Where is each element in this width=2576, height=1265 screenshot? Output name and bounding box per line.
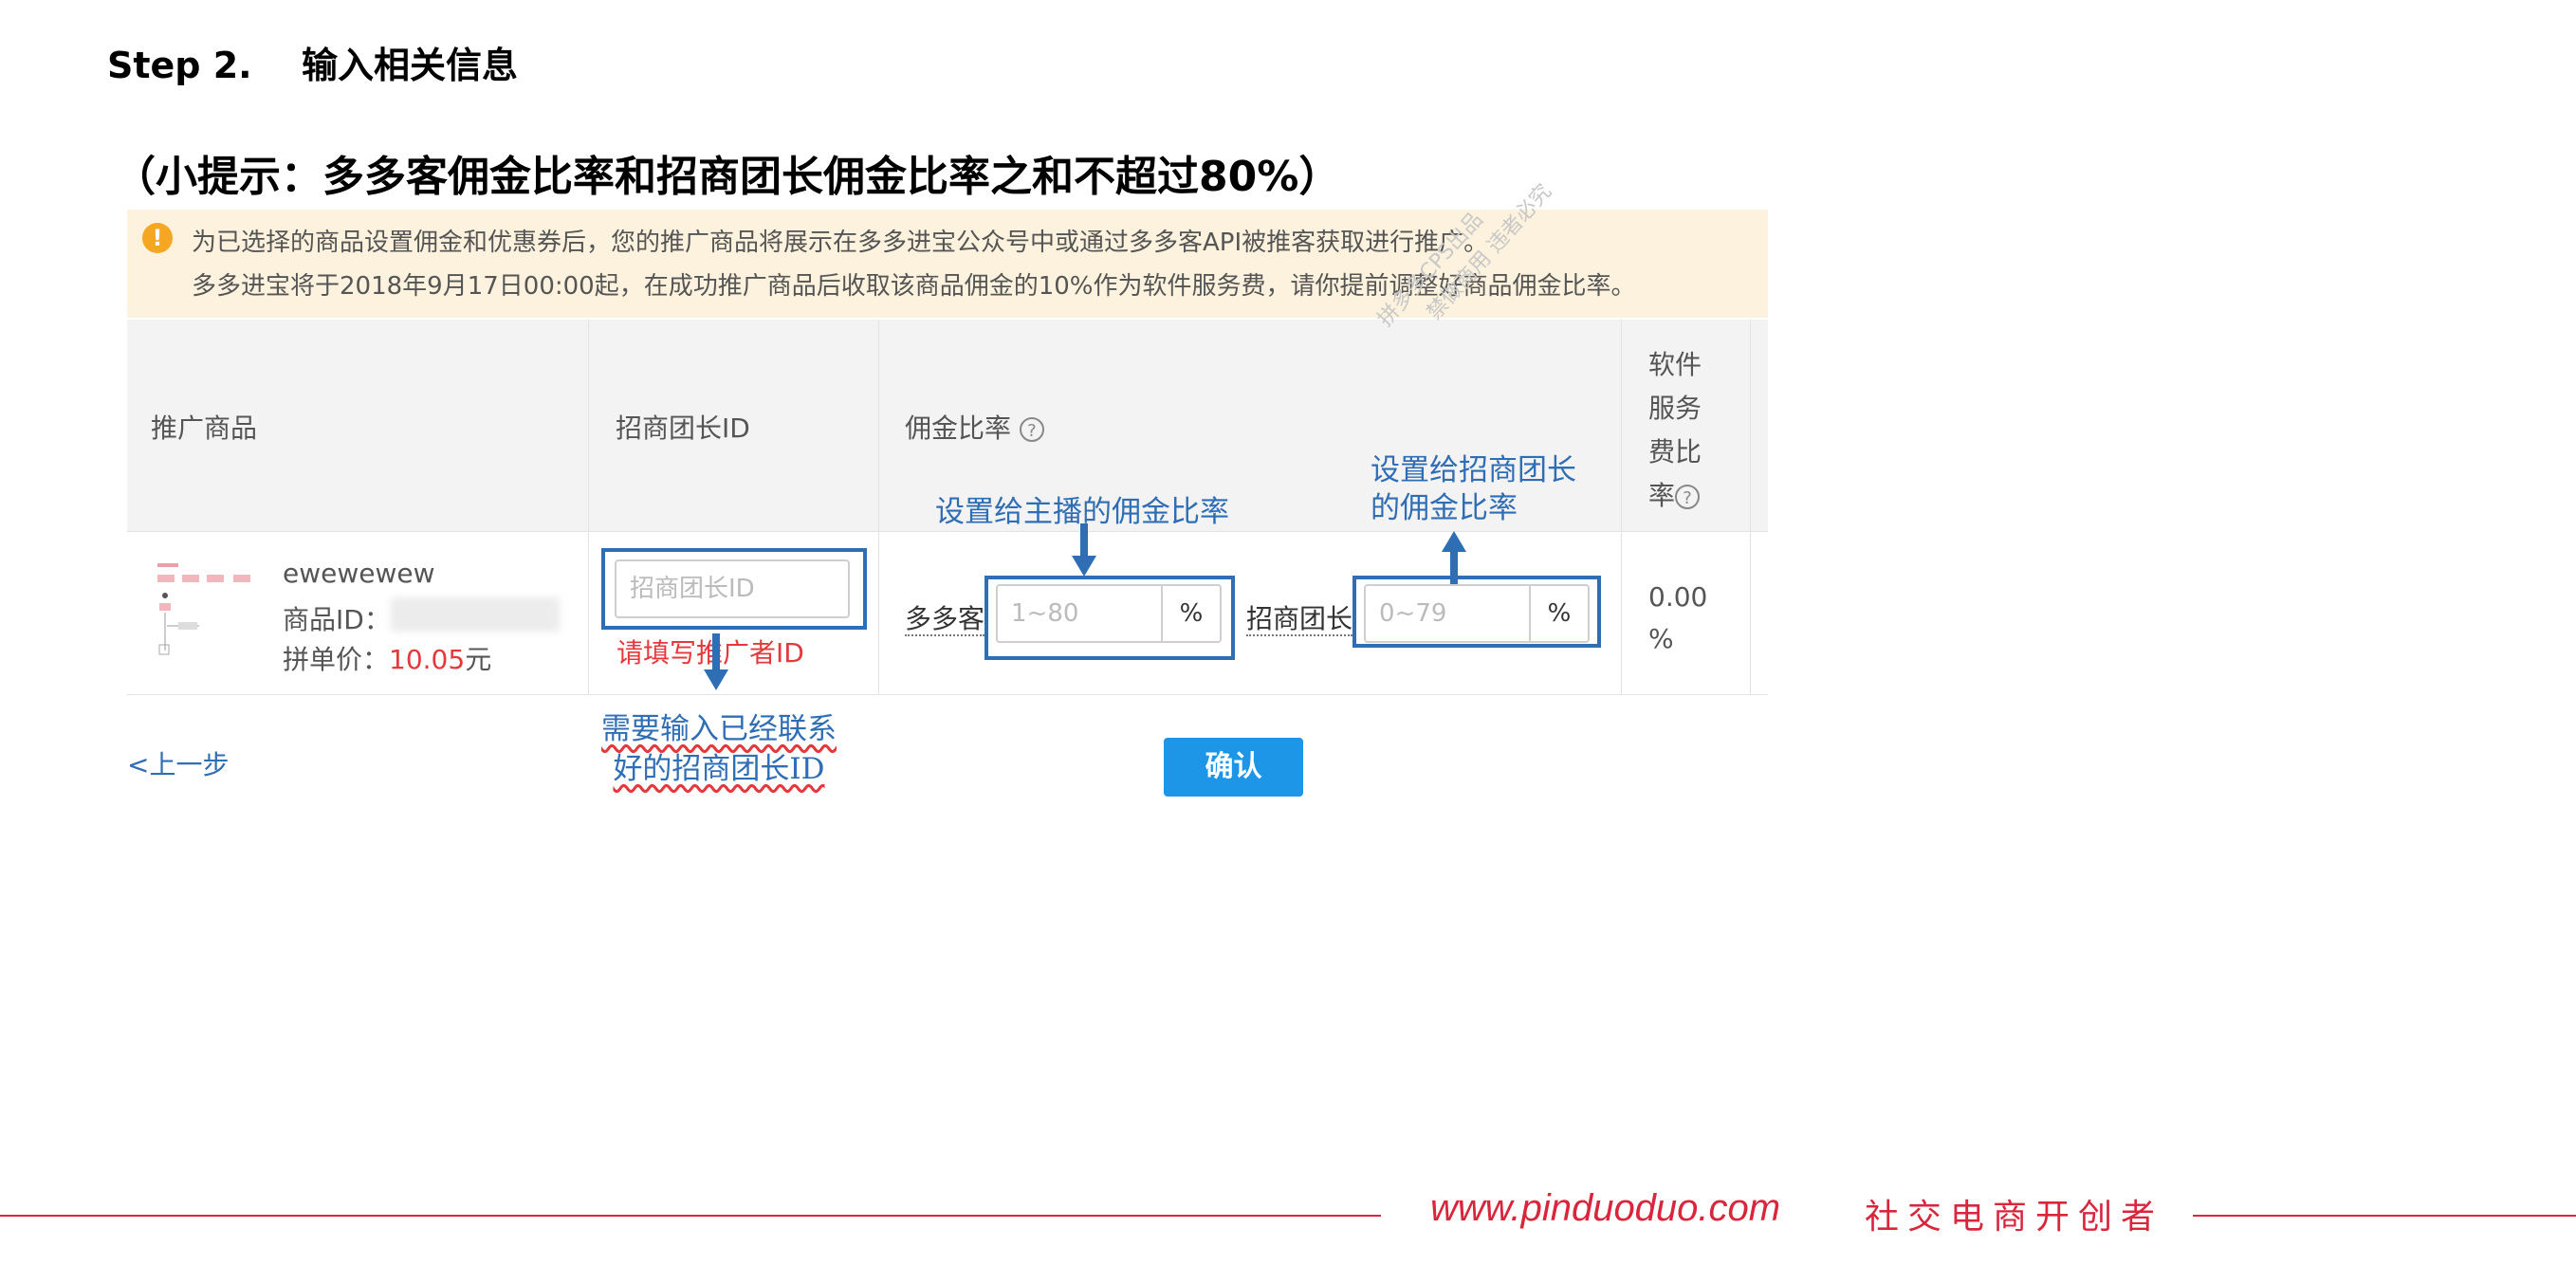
highlight-box-duoduoke-rate [984,576,1235,660]
leader-label: 招商团长 [1246,603,1353,636]
annotation-leader-rate: 设置给招商团长 的佣金比率 [1371,451,1576,527]
column-header-product: 推广商品 [151,412,258,444]
step-number: Step 2. [107,45,252,86]
column-header-commission-label: 佣金比率 [905,412,1012,444]
fee-header-line: 服务 [1648,393,1702,424]
service-fee-value: 0.00 % [1648,577,1707,660]
price-label: 拼单价： [283,644,390,675]
footer-divider [0,1215,1381,1217]
annotation-line: 设置给招商团长 [1371,453,1576,487]
help-icon[interactable]: ? [1675,485,1701,509]
price-value: 10.05 [389,644,466,675]
fee-header-line: 率? [1648,474,1702,518]
step-heading: 输入相关信息 [302,45,519,86]
column-divider [1621,320,1622,695]
product-id-label: 商品ID： [283,604,391,635]
highlight-box-leader-id [601,548,867,630]
confirm-button[interactable]: 确认 [1164,738,1303,797]
product-name[interactable]: ewewewew [283,558,435,589]
highlight-box-leader-rate [1352,576,1601,648]
price-unit: 元 [465,644,492,675]
fee-header-line-text: 率 [1648,480,1676,511]
arrow-down-icon [1072,523,1096,577]
tip-title: （小提示：多多客佣金比率和招商团长佣金比率之和不超过80%） [114,153,1341,201]
row-divider [127,531,1768,532]
column-header-service-fee: 软件 服务 费比 率? [1648,343,1702,518]
column-divider [588,320,589,695]
annotation-line: 的佣金比率 [1371,491,1518,525]
annotation-line: 需要输入已经联系 [601,712,837,746]
row-divider [127,694,1768,695]
column-divider [878,320,879,695]
column-header-leader-id: 招商团长ID [616,412,750,444]
step-title: Step 2. 输入相关信息 [107,36,518,88]
fee-unit: % [1648,623,1674,654]
product-id-value-blurred [391,597,560,632]
prev-step-link[interactable]: <上一步 [127,744,229,782]
arrow-down-icon [704,633,728,690]
annotation-line: 好的招商团长ID [613,752,825,786]
duoduoke-label-wrap: 多多客 [905,598,985,636]
column-divider [1750,320,1751,695]
column-header-commission: 佣金比率 ? [905,408,1044,446]
notice-line-1: 为已选择的商品设置佣金和优惠券后，您的推广商品将展示在多多进宝公众号中或通过多多… [192,229,1489,257]
arrow-up-icon [1442,531,1466,584]
product-price: 拼单价：10.05元 [283,639,491,677]
fee-value: 0.00 [1648,581,1708,613]
footer-slogan: 社交电商开创者 [1865,1198,2164,1237]
warning-icon: ! [142,223,173,253]
leader-label-wrap: 招商团长 [1246,598,1353,636]
product-thumbnail [157,563,250,655]
duoduoke-label: 多多客 [905,603,985,636]
fee-header-line: 软件 [1648,349,1702,380]
help-icon[interactable]: ? [1019,417,1044,442]
footer-divider [2193,1215,2576,1217]
fee-header-line: 费比 [1648,436,1702,468]
footer-url: www.pinduoduo.com [1430,1187,1781,1229]
annotation-need-id: 需要输入已经联系 好的招商团长ID [596,709,842,789]
